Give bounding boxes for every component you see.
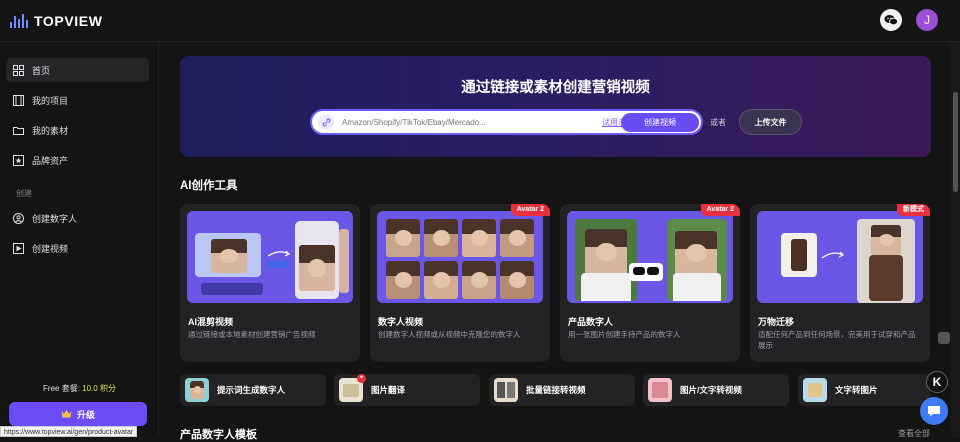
tool-card-digital-human-video[interactable]: Avatar 2 数字人视频 创建数字人视频或从视频中克隆您的数字人 bbox=[370, 204, 550, 362]
video-add-icon bbox=[13, 243, 24, 254]
folder-icon bbox=[13, 125, 24, 136]
brand-logo[interactable]: TOPVIEW bbox=[10, 13, 103, 29]
grid-icon bbox=[13, 65, 24, 76]
section-title-product-avatar-templates: 产品数字人模板 bbox=[180, 426, 257, 442]
sidebar-item-projects[interactable]: 我的项目 bbox=[6, 88, 149, 112]
card-title: 产品数字人 bbox=[568, 315, 613, 328]
sidebar-item-label: 品牌资产 bbox=[32, 154, 68, 167]
chat-support-icon[interactable] bbox=[920, 397, 948, 425]
quick-tool-prompt-avatar[interactable]: 提示词生成数字人 bbox=[180, 374, 326, 406]
hero-title: 通过链接或素材创建营销视频 bbox=[180, 76, 931, 97]
tool-label: 图片翻译 bbox=[371, 384, 405, 396]
sidebar-item-home[interactable]: 首页 bbox=[6, 58, 149, 82]
card-title: 数字人视频 bbox=[378, 315, 423, 328]
tool-label: 提示词生成数字人 bbox=[217, 384, 285, 396]
sidebar-item-assets[interactable]: 我的素材 bbox=[6, 118, 149, 142]
sidebar-item-create-video[interactable]: 创建视频 bbox=[6, 236, 149, 260]
tool-thumbnail: ✦ bbox=[339, 378, 363, 402]
card-description: 创建数字人视频或从视频中克隆您的数字人 bbox=[378, 329, 542, 340]
k-assistant-icon[interactable]: K bbox=[926, 371, 948, 393]
user-avatar[interactable]: J bbox=[916, 9, 938, 31]
card-badge: 新模式 bbox=[897, 204, 930, 216]
card-badge: Avatar 2 bbox=[511, 204, 550, 216]
tool-thumbnail bbox=[648, 378, 672, 402]
upload-file-button[interactable]: 上传文件 bbox=[739, 109, 802, 135]
plan-label: Free 套餐: bbox=[43, 384, 82, 393]
status-bar-url: https://www.topview.ai/gen/product-avata… bbox=[0, 426, 137, 437]
sidebar: 首页 我的项目 我的素材 品牌资产 创建 创建数字人 创建视频 Free 套餐:… bbox=[0, 42, 159, 437]
link-icon bbox=[318, 114, 334, 130]
card-description: 用一张图片创建手持产品的数字人 bbox=[568, 329, 732, 340]
tool-thumbnail bbox=[803, 378, 827, 402]
sidebar-item-label: 创建数字人 bbox=[32, 212, 77, 225]
tool-thumbnail bbox=[494, 378, 518, 402]
card-thumbnail bbox=[377, 211, 543, 303]
quick-tool-image-text-video[interactable]: 图片/文字转视频 bbox=[643, 374, 789, 406]
side-panel-tab[interactable] bbox=[938, 332, 950, 344]
sidebar-item-brand-assets[interactable]: 品牌资产 bbox=[6, 148, 149, 172]
brand-name: TOPVIEW bbox=[34, 13, 103, 29]
card-thumbnail bbox=[187, 211, 353, 303]
sidebar-item-label: 首页 bbox=[32, 64, 50, 77]
wechat-icon[interactable] bbox=[880, 9, 902, 31]
sidebar-item-label: 创建视频 bbox=[32, 242, 68, 255]
tool-card-ai-mix-video[interactable]: AI混剪视频 通过链接或本地素材创建营销广告视频 bbox=[180, 204, 360, 362]
film-icon bbox=[13, 95, 24, 106]
card-description: 通过链接或本地素材创建营销广告视频 bbox=[188, 329, 352, 340]
or-text: 或者 bbox=[710, 117, 726, 128]
plan-credits: 10.0 积分 bbox=[82, 384, 116, 393]
crown-icon bbox=[61, 409, 72, 420]
tool-label: 文字转图片 bbox=[835, 384, 878, 396]
card-title: AI混剪视频 bbox=[188, 315, 233, 328]
section-title-ai-tools: AI创作工具 bbox=[180, 177, 238, 193]
view-all-link[interactable]: 查看全部 bbox=[898, 428, 930, 439]
product-link-input[interactable] bbox=[342, 118, 582, 127]
star-box-icon bbox=[13, 155, 24, 166]
card-badge: Avatar 2 bbox=[701, 204, 740, 216]
notification-badge: ✦ bbox=[357, 374, 366, 383]
upgrade-label: 升级 bbox=[77, 408, 95, 421]
card-description: 适配任何产品到任何场景，完美用于试穿和产品展示 bbox=[758, 329, 922, 351]
sidebar-item-label: 我的素材 bbox=[32, 124, 68, 137]
link-input-box: 试用示例 创建视频 bbox=[310, 109, 703, 135]
tool-label: 图片/文字转视频 bbox=[680, 384, 742, 396]
card-thumbnail bbox=[567, 211, 733, 303]
logo-icon bbox=[10, 14, 28, 28]
quick-tool-image-translate[interactable]: ✦ 图片翻译 bbox=[334, 374, 480, 406]
avatar-add-icon bbox=[13, 213, 24, 224]
hero-banner: 通过链接或素材创建营销视频 试用示例 创建视频 或者 上传文件 bbox=[180, 56, 931, 157]
create-video-button[interactable]: 创建视频 bbox=[621, 113, 699, 132]
card-thumbnail bbox=[757, 211, 923, 303]
tool-label: 批量链接转视频 bbox=[526, 384, 586, 396]
sidebar-item-create-avatar[interactable]: 创建数字人 bbox=[6, 206, 149, 230]
sidebar-item-label: 我的项目 bbox=[32, 94, 68, 107]
card-title: 万物迁移 bbox=[758, 315, 794, 328]
plan-info: Free 套餐: 10.0 积分 bbox=[0, 383, 159, 394]
tool-card-anything-transfer[interactable]: 新模式 万物迁移 适配任何产品到任何场景，完美用于试穿和产品展示 bbox=[750, 204, 930, 362]
tool-thumbnail bbox=[185, 378, 209, 402]
quick-tool-batch-link-video[interactable]: 批量链接转视频 bbox=[489, 374, 635, 406]
tool-card-product-avatar[interactable]: Avatar 2 产品数字人 用一张图片创建手持产品的数字人 bbox=[560, 204, 740, 362]
page-scrollbar[interactable] bbox=[951, 42, 960, 437]
quick-tool-text-to-image[interactable]: 文字转图片 bbox=[798, 374, 930, 406]
top-bar: TOPVIEW J bbox=[0, 0, 960, 42]
sidebar-section-create: 创建 bbox=[16, 188, 32, 199]
upgrade-button[interactable]: 升级 bbox=[9, 402, 147, 426]
scroll-thumb[interactable] bbox=[953, 92, 958, 192]
